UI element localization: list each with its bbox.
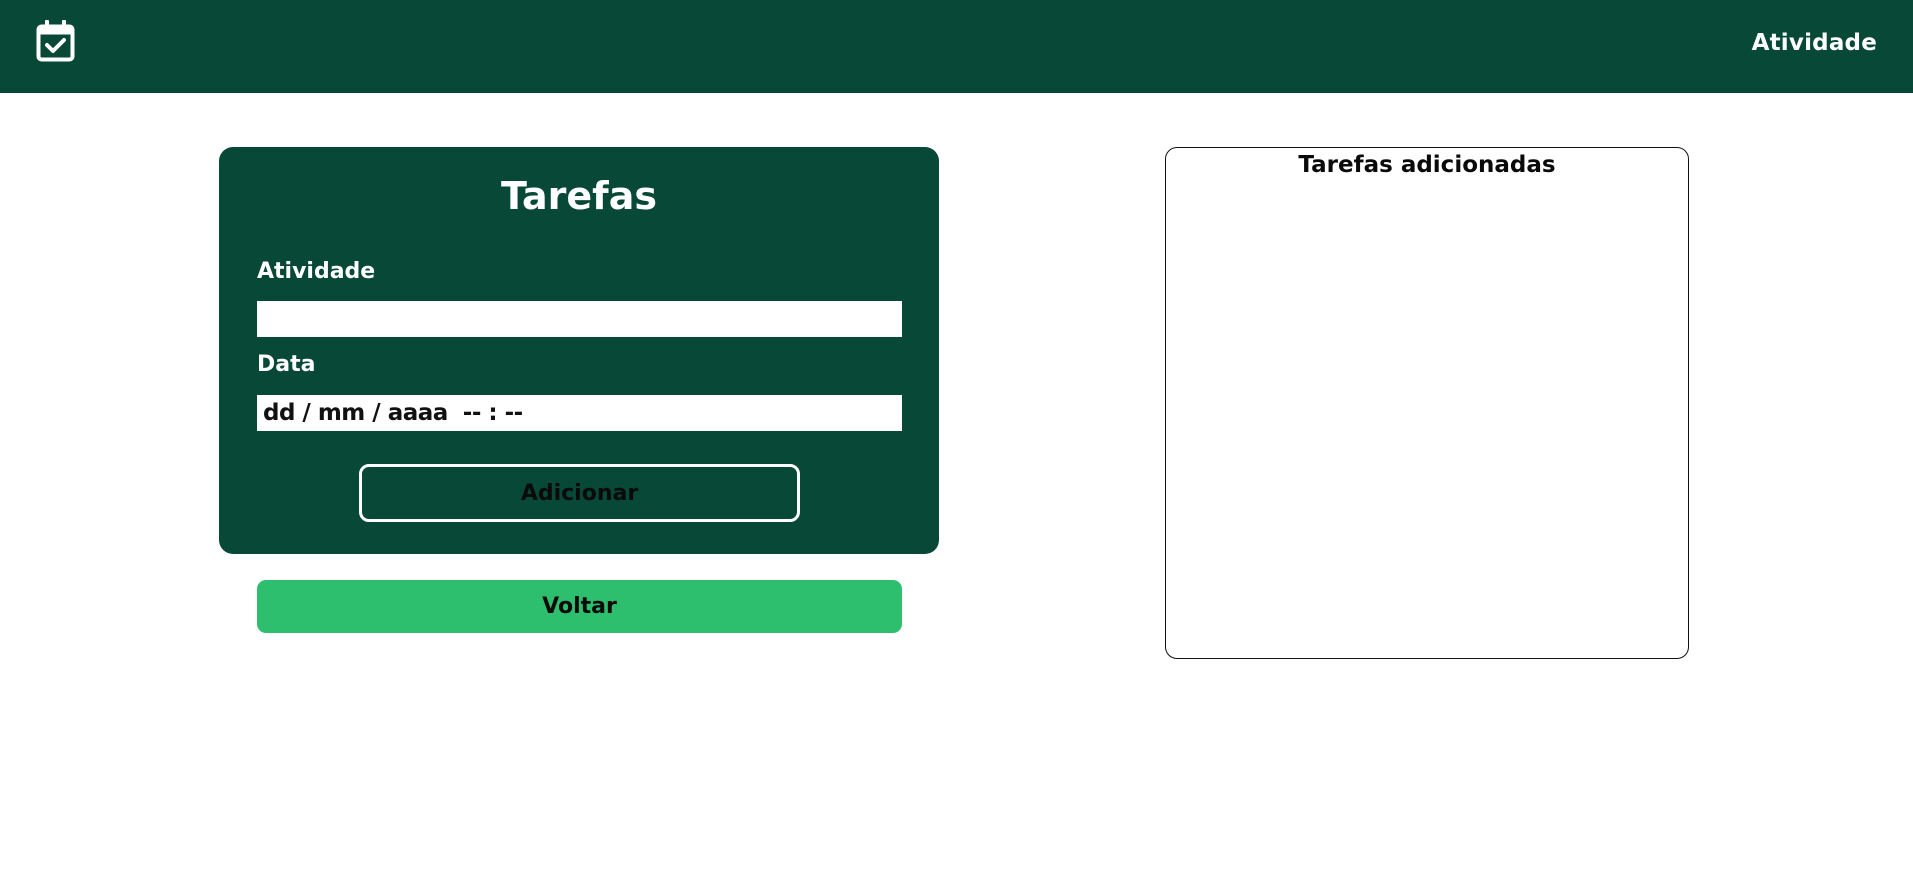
top-navbar: Atividade — [0, 0, 1913, 93]
task-form-card: Tarefas Atividade Data dd / mm / aaaa --… — [219, 147, 939, 554]
added-tasks-panel: Tarefas adicionadas — [1165, 147, 1689, 659]
calendar-check-icon[interactable] — [36, 20, 75, 62]
atividade-label: Atividade — [257, 259, 376, 284]
atividade-input[interactable] — [257, 301, 902, 337]
added-tasks-title: Tarefas adicionadas — [1298, 152, 1556, 178]
data-label: Data — [257, 352, 316, 377]
datetime-input[interactable]: dd / mm / aaaa -- : -- — [257, 395, 902, 431]
add-task-button[interactable]: Adicionar — [359, 464, 800, 522]
nav-link-atividade[interactable]: Atividade — [1752, 30, 1877, 56]
datetime-placeholder: dd / mm / aaaa -- : -- — [263, 400, 523, 426]
form-title: Tarefas — [501, 174, 657, 218]
back-button[interactable]: Voltar — [257, 580, 902, 633]
